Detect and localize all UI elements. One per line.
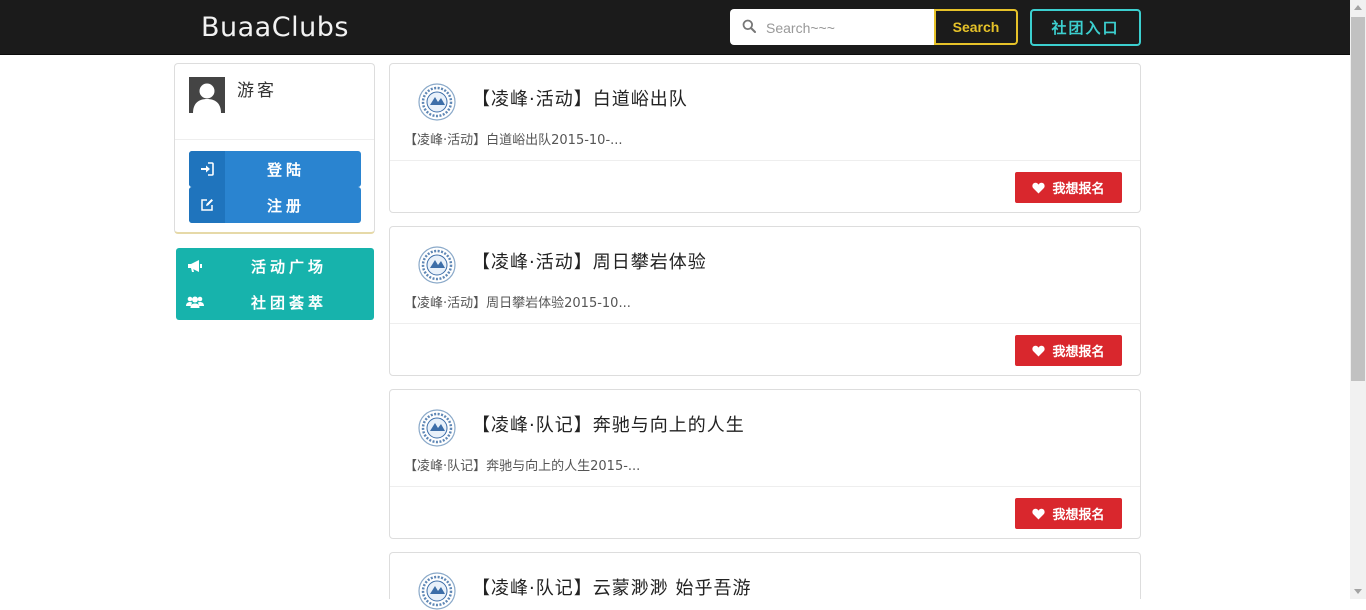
- bullhorn-icon: [176, 259, 214, 273]
- user-card: 游客 登陆 注册: [174, 63, 375, 234]
- sidebar-item-clubs[interactable]: 社团荟萃: [176, 284, 374, 320]
- club-entry-button[interactable]: 社团入口: [1030, 9, 1141, 46]
- join-button-label: 我想报名: [1052, 182, 1105, 197]
- divider: [390, 323, 1140, 324]
- join-button[interactable]: 我想报名: [1015, 498, 1122, 529]
- club-logo-icon: [418, 409, 456, 447]
- activity-post[interactable]: 【凌峰·活动】白道峪出队 【凌峰·活动】白道峪出队2015-10-... 我想报…: [389, 63, 1141, 213]
- post-summary: 【凌峰·队记】奔驰与向上的人生2015-...: [404, 459, 641, 474]
- divider: [390, 160, 1140, 161]
- register-button[interactable]: 注册: [189, 187, 361, 223]
- sign-in-icon: [189, 151, 225, 187]
- join-button-label: 我想报名: [1052, 345, 1105, 360]
- scrollbar-thumb[interactable]: [1351, 17, 1365, 381]
- edit-icon: [189, 187, 225, 223]
- heart-icon: [1032, 345, 1046, 356]
- sidebar-nav: 活动广场 社团荟萃: [176, 248, 374, 320]
- scroll-down-arrow-icon[interactable]: [1350, 583, 1366, 599]
- post-summary: 【凌峰·活动】周日攀岩体验2015-10...: [404, 296, 631, 311]
- post-title[interactable]: 【凌峰·活动】周日攀岩体验: [472, 248, 707, 274]
- divider: [175, 139, 374, 140]
- search-icon: [742, 19, 756, 33]
- club-logo-icon: [418, 572, 456, 610]
- top-navbar: BuaaClubs Search 社团入口: [0, 0, 1350, 55]
- default-user-avatar-icon: [189, 77, 225, 113]
- username: 游客: [237, 81, 277, 101]
- activity-post[interactable]: 【凌峰·队记】奔驰与向上的人生 【凌峰·队记】奔驰与向上的人生2015-... …: [389, 389, 1141, 539]
- avatar: [189, 77, 225, 113]
- users-icon: [176, 295, 214, 309]
- post-summary: 【凌峰·活动】白道峪出队2015-10-...: [404, 133, 623, 148]
- search-input[interactable]: [764, 9, 933, 47]
- login-button-label: 登陆: [266, 160, 305, 179]
- activity-post[interactable]: 【凌峰·活动】周日攀岩体验 【凌峰·活动】周日攀岩体验2015-10... 我想…: [389, 226, 1141, 376]
- join-button[interactable]: 我想报名: [1015, 335, 1122, 366]
- heart-icon: [1032, 508, 1046, 519]
- post-title[interactable]: 【凌峰·队记】云蒙渺渺 始乎吾游: [472, 574, 751, 600]
- search-box: [730, 9, 934, 47]
- post-title[interactable]: 【凌峰·活动】白道峪出队: [472, 85, 688, 111]
- activity-post[interactable]: 【凌峰·队记】云蒙渺渺 始乎吾游: [389, 552, 1141, 610]
- sidebar-item-label: 活动广场: [250, 257, 327, 276]
- sidebar-item-label: 社团荟萃: [250, 293, 327, 312]
- post-title[interactable]: 【凌峰·队记】奔驰与向上的人生: [472, 411, 745, 437]
- login-button[interactable]: 登陆: [189, 151, 361, 187]
- register-button-label: 注册: [266, 196, 305, 215]
- join-button-label: 我想报名: [1052, 508, 1105, 523]
- club-logo-icon: [418, 246, 456, 284]
- divider: [390, 486, 1140, 487]
- scroll-up-arrow-icon[interactable]: [1350, 0, 1366, 16]
- club-logo-icon: [418, 83, 456, 121]
- search-button[interactable]: Search: [934, 9, 1018, 45]
- sidebar-item-activity-square[interactable]: 活动广场: [176, 248, 374, 284]
- heart-icon: [1032, 182, 1046, 193]
- page-scrollbar[interactable]: [1350, 0, 1366, 599]
- join-button[interactable]: 我想报名: [1015, 172, 1122, 203]
- brand-logo[interactable]: BuaaClubs: [201, 12, 349, 43]
